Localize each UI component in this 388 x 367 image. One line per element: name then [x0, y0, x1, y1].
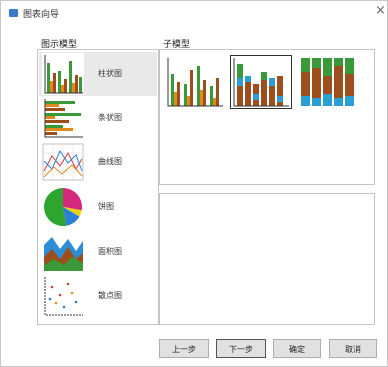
list-item-label: 曲线图 — [98, 157, 122, 166]
preview-panel — [159, 193, 375, 325]
list-item-line-chart[interactable]: 曲线图 — [39, 140, 157, 184]
subtype-percent-stacked-column[interactable] — [297, 56, 357, 108]
next-button[interactable]: 下一步 — [216, 339, 266, 358]
chart-type-list[interactable]: 柱状图 条状图 曲线图 饼图 面积图 散点图 — [37, 49, 159, 325]
list-item-area-chart[interactable]: 面积图 — [39, 230, 157, 274]
line-chart-icon — [42, 143, 84, 181]
list-item-scatter-chart[interactable]: 散点图 — [39, 274, 157, 318]
window-title: 图表向导 — [23, 10, 60, 20]
area-chart-icon — [44, 237, 83, 271]
subtype-clustered-column[interactable] — [165, 56, 225, 108]
chart-wizard-dialog: 图表向导 × 图示模型 子模型 柱状图 条状图 曲线图 饼图 面积图 散点图 上… — [0, 0, 388, 367]
ok-button[interactable]: 确定 — [273, 339, 321, 358]
cancel-button[interactable]: 取消 — [329, 339, 377, 358]
list-item-horizontal-bar-chart[interactable]: 条状图 — [39, 96, 157, 140]
list-item-bar-chart[interactable]: 柱状图 — [39, 52, 157, 96]
pie-chart-icon — [43, 188, 82, 226]
percent-stacked-column-icon — [301, 58, 354, 106]
list-item-label: 条状图 — [98, 113, 122, 122]
horizontal-bar-chart-icon — [44, 99, 83, 138]
close-icon[interactable]: × — [375, 4, 386, 18]
scatter-chart-icon — [44, 277, 83, 316]
subtype-panel — [159, 49, 375, 185]
chart-wizard-icon — [9, 9, 18, 17]
list-item-label: 柱状图 — [98, 69, 122, 78]
list-item-label: 散点图 — [98, 291, 122, 300]
subtype-stacked-column[interactable] — [230, 55, 292, 109]
list-item-label: 面积图 — [98, 247, 122, 256]
clustered-column-icon — [167, 58, 223, 107]
list-item-label: 饼图 — [98, 202, 114, 211]
stacked-column-icon — [233, 58, 289, 107]
prev-button[interactable]: 上一步 — [159, 339, 209, 358]
bar-chart-icon — [42, 53, 84, 95]
list-item-pie-chart[interactable]: 饼图 — [39, 185, 157, 229]
